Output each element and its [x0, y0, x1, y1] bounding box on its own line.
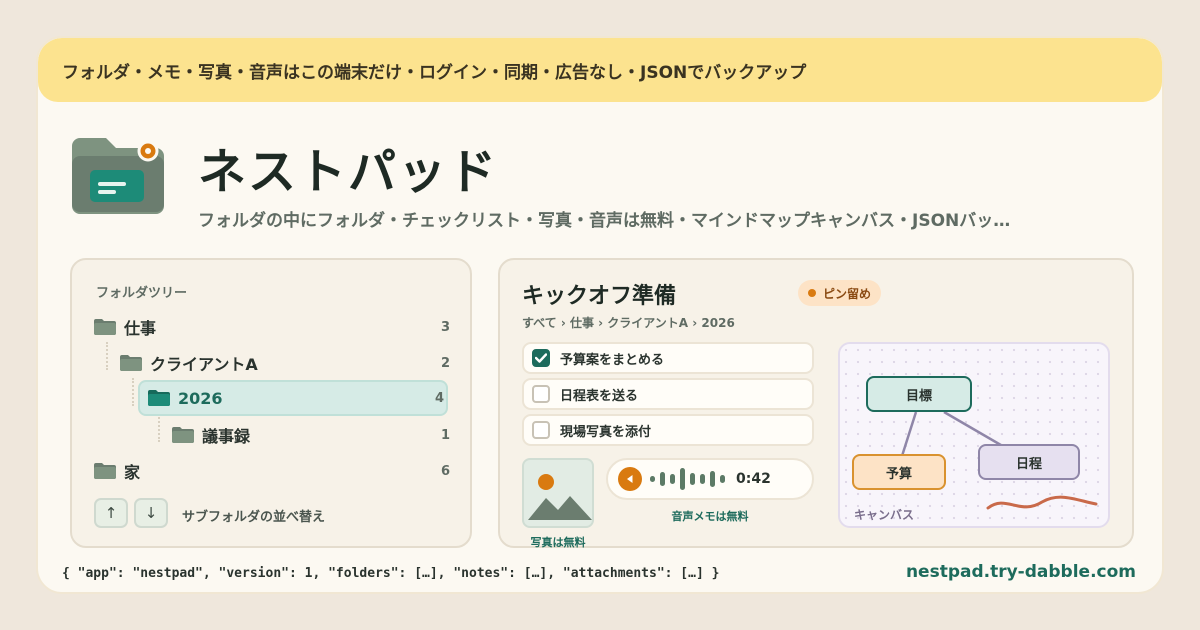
mindmap-connectors: [900, 410, 1098, 510]
sort-label: サブフォルダの並べ替え: [182, 510, 326, 525]
checkbox-unchecked[interactable]: [532, 421, 550, 439]
waveform: [650, 467, 730, 491]
folder-count: 3: [440, 319, 450, 335]
audio-label: 音声メモは無料: [671, 510, 749, 523]
folder-label: 仕事: [124, 319, 157, 338]
folder-icon: [120, 355, 142, 371]
folder-label: 家: [124, 463, 141, 482]
checklist-item[interactable]: 現場写真を添付: [522, 414, 814, 446]
folder-row-home[interactable]: 家 6: [94, 454, 450, 488]
json-sample: { "app": "nestpad", "version": 1, "folde…: [62, 566, 720, 581]
folder-app-icon: [70, 136, 166, 214]
folder-icon: [172, 427, 194, 443]
canvas-label: キャンバス: [854, 508, 915, 522]
folder-tree-panel: フォルダツリー 仕事 3 クライアントA 2 2026 4 議事録 1 家 6: [70, 258, 472, 548]
checklist-label: 日程表を送る: [560, 388, 639, 404]
folder-count: 6: [440, 463, 450, 479]
audio-time: 0:42: [736, 471, 771, 487]
folder-label: クライアントA: [150, 355, 258, 374]
mindmap-canvas[interactable]: 目標 予算 日程 キャンバス: [838, 342, 1110, 528]
photo-label: 写真は無料: [530, 536, 586, 549]
photo-attachment[interactable]: [522, 458, 594, 528]
checklist-item[interactable]: 日程表を送る: [522, 378, 814, 410]
pin-icon: [808, 289, 816, 297]
checklist-label: 現場写真を添付: [560, 424, 652, 440]
folder-label: 議事録: [202, 427, 251, 446]
note-panel: キックオフ準備 ピン留め すべて › 仕事 › クライアントA › 2026 予…: [498, 258, 1134, 549]
node-label: 目標: [905, 388, 932, 404]
checklist-label: 予算案をまとめる: [560, 352, 665, 368]
app-subtitle: フォルダの中にフォルダ・チェックリスト・写真・音声は無料・マインドマップキャンバ…: [198, 211, 1011, 231]
check-icon: [535, 353, 547, 363]
folder-label: 2026: [178, 388, 223, 408]
node-label: 日程: [1015, 456, 1042, 472]
arrow-down-icon: ↓: [144, 504, 158, 522]
promo-card: フォルダ・メモ・写真・音声はこの端末だけ・ログイン・同期・広告なし・JSONでバ…: [36, 36, 1164, 594]
sort-down-button[interactable]: ↓: [134, 498, 168, 528]
note-title: キックオフ準備: [522, 284, 677, 309]
tree-heading: フォルダツリー: [96, 286, 188, 301]
folder-row-2026-selected[interactable]: 2026 4: [138, 380, 448, 416]
folder-icon: [148, 390, 170, 406]
folder-count: 1: [440, 427, 450, 443]
tree-guide-line: [132, 378, 134, 406]
folder-count: 4: [434, 390, 444, 406]
feature-banner: フォルダ・メモ・写真・音声はこの端末だけ・ログイン・同期・広告なし・JSONでバ…: [38, 38, 1162, 102]
pin-label: ピン留め: [823, 286, 872, 301]
arrow-up-icon: ↑: [104, 504, 118, 522]
sort-up-button[interactable]: ↑: [94, 498, 128, 528]
node-label: 予算: [885, 466, 912, 482]
mindmap-node-schedule[interactable]: 日程: [978, 444, 1080, 480]
image-icon: [528, 474, 592, 520]
folder-row-minutes[interactable]: 議事録 1: [172, 418, 450, 452]
checkbox-unchecked[interactable]: [532, 385, 550, 403]
breadcrumb: すべて › 仕事 › クライアントA › 2026: [522, 316, 735, 330]
pin-badge[interactable]: ピン留め: [798, 280, 882, 306]
banner-text: フォルダ・メモ・写真・音声はこの端末だけ・ログイン・同期・広告なし・JSONでバ…: [62, 62, 807, 83]
domain-link[interactable]: nestpad.try-dabble.com: [906, 562, 1136, 582]
audio-player[interactable]: 0:42: [606, 458, 814, 500]
folder-row-client-a[interactable]: クライアントA 2: [120, 346, 450, 380]
folder-icon: [94, 463, 116, 479]
folder-count: 2: [440, 355, 450, 371]
tree-guide-line: [106, 342, 108, 370]
folder-row-work[interactable]: 仕事 3: [94, 310, 450, 344]
play-icon: [627, 475, 633, 483]
app-title: ネストパッド: [198, 144, 499, 200]
tree-guide-line: [158, 414, 160, 442]
mindmap-node-budget[interactable]: 予算: [852, 454, 946, 490]
play-button[interactable]: [618, 467, 642, 491]
checkbox-checked[interactable]: [532, 349, 550, 367]
folder-icon: [94, 319, 116, 335]
mindmap-node-goal[interactable]: 目標: [866, 376, 972, 412]
checklist-item[interactable]: 予算案をまとめる: [522, 342, 814, 374]
